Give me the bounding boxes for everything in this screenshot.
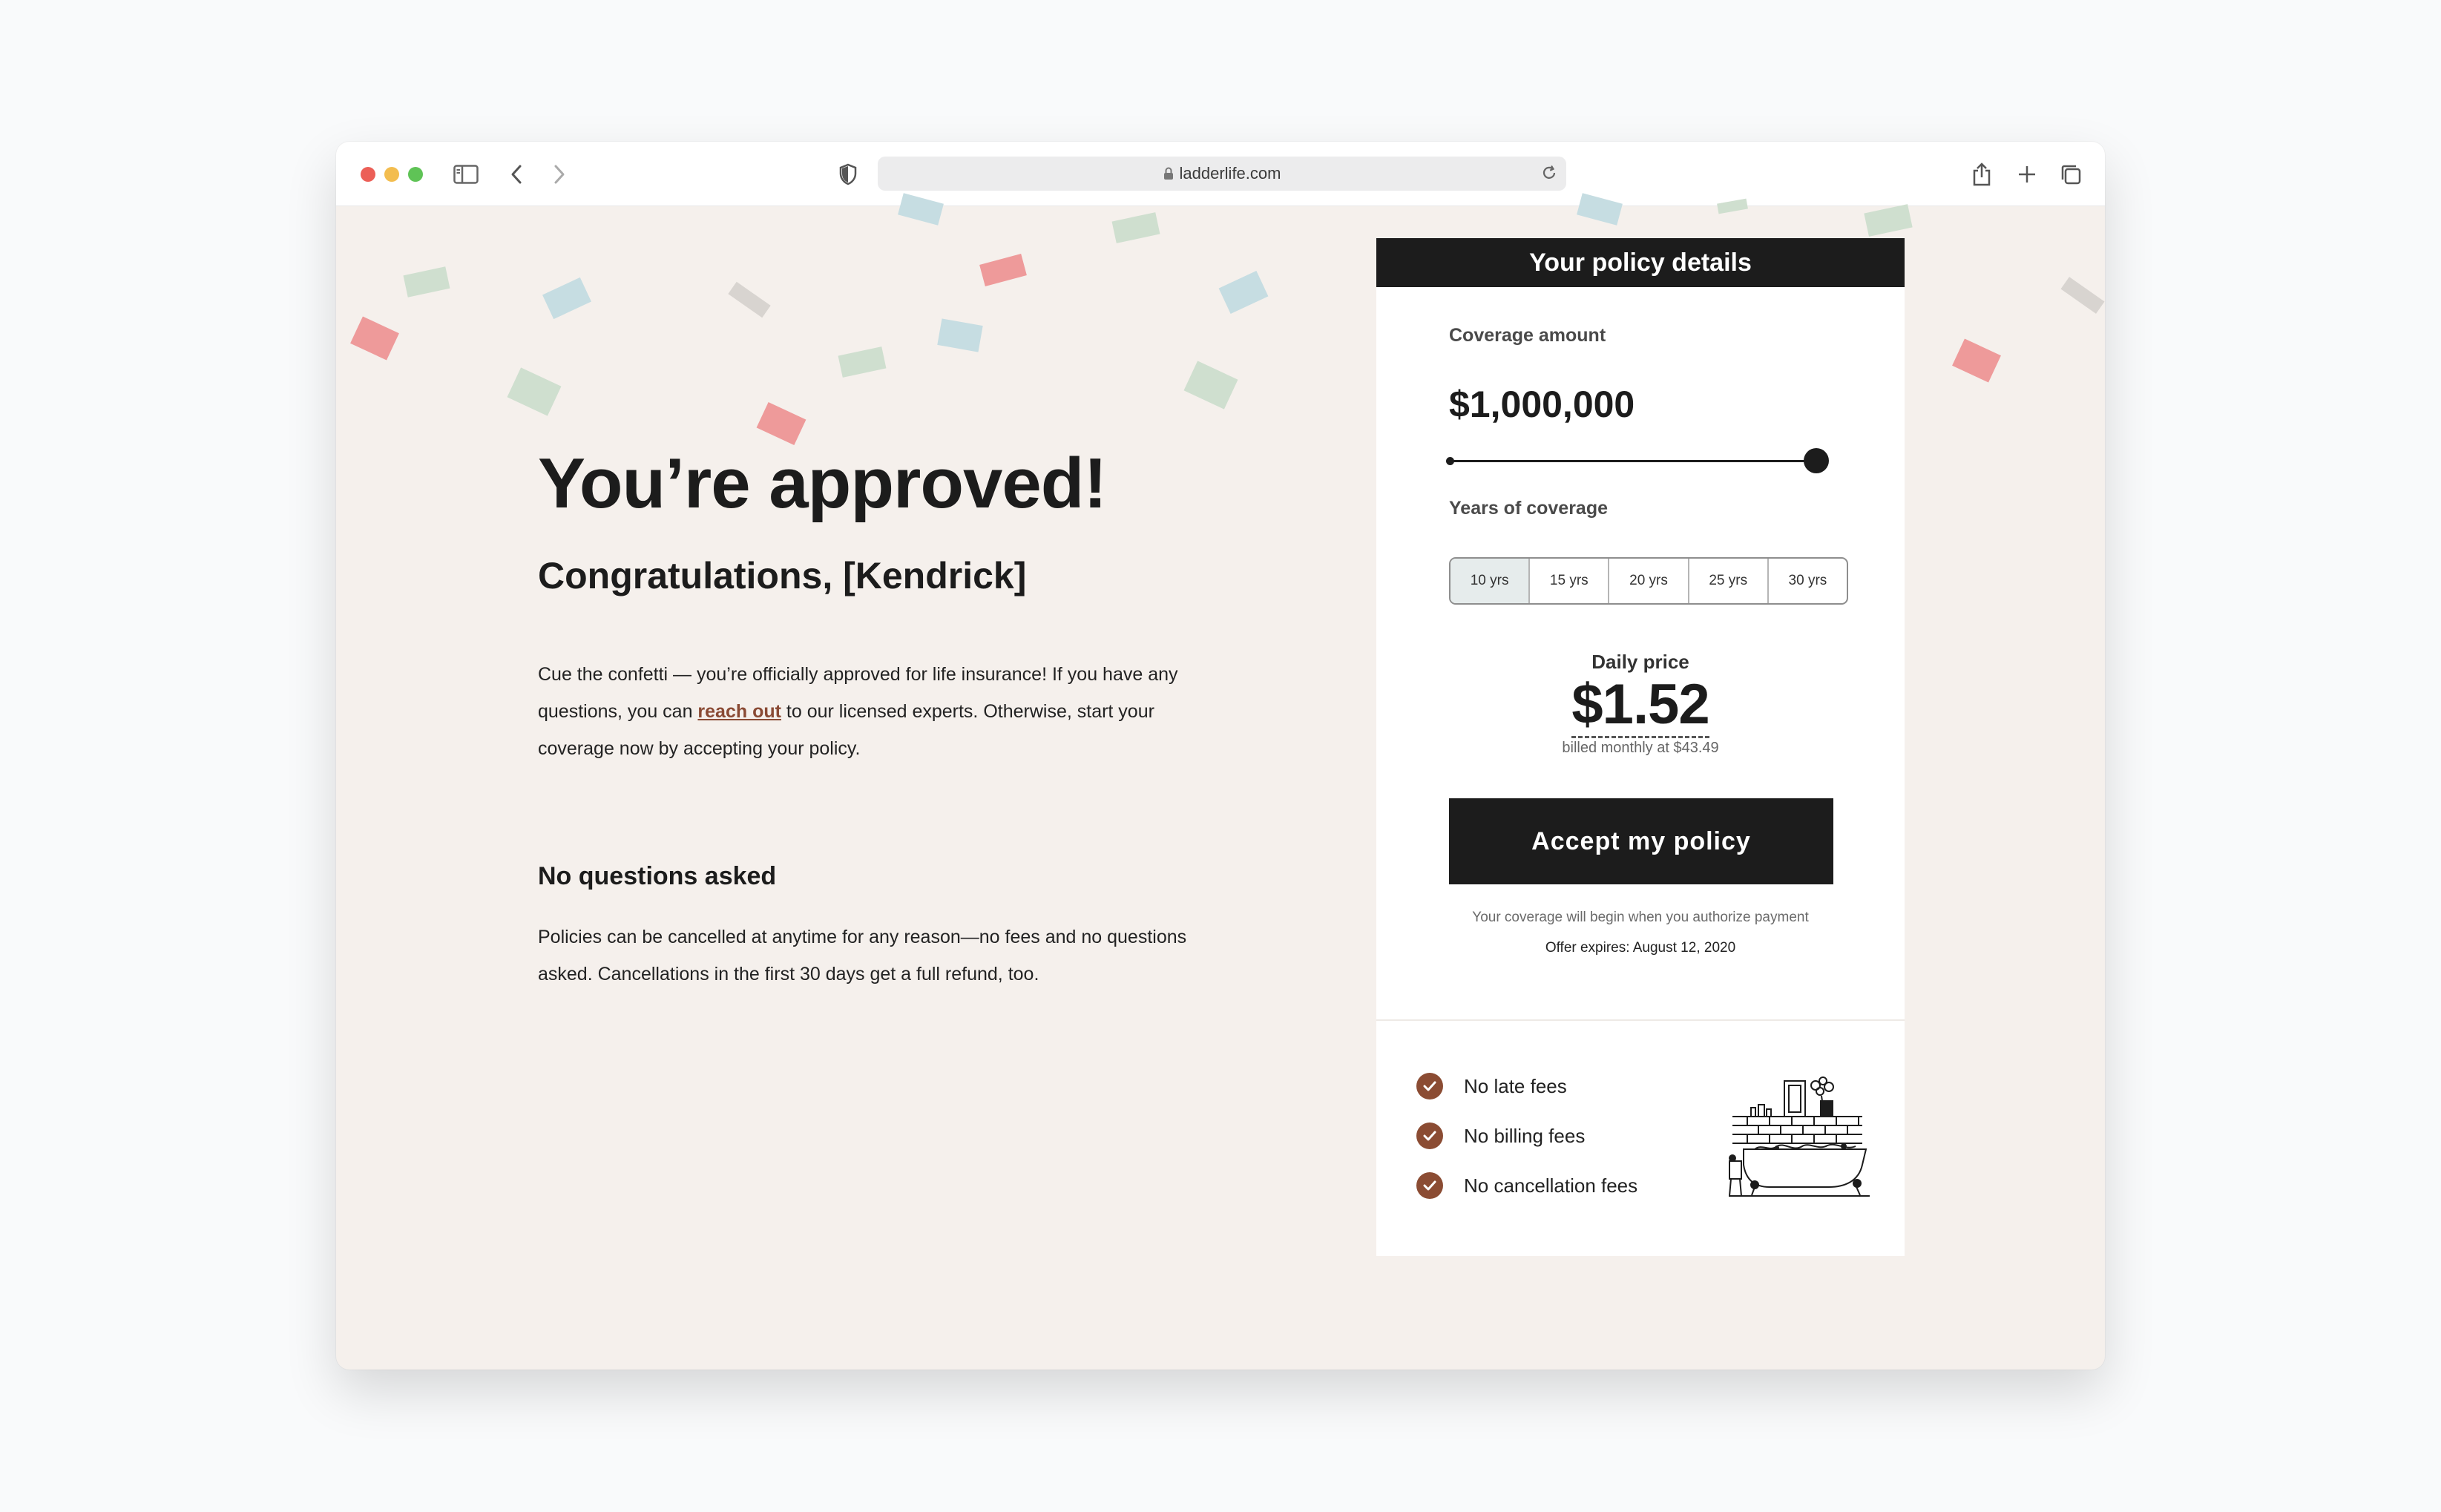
policy-details-card: Your policy details Coverage amount $1,0… <box>1376 238 1905 1256</box>
reload-icon[interactable] <box>1540 163 1559 187</box>
billed-monthly-text: billed monthly at $43.49 <box>1562 740 1719 756</box>
slider-track <box>1449 460 1816 462</box>
confetti-piece <box>350 316 399 361</box>
feature-label: No cancellation fees <box>1464 1174 1638 1197</box>
confetti-piece <box>1218 270 1269 315</box>
page-title: You’re approved! <box>538 444 1107 523</box>
years-selector: 10 yrs 15 yrs 20 yrs 25 yrs 30 yrs <box>1449 557 1848 605</box>
feature-label: No billing fees <box>1464 1124 1586 1147</box>
shield-icon[interactable] <box>832 158 864 191</box>
slider-start-dot <box>1446 457 1454 465</box>
daily-price-wrap: $1.52 <box>1376 672 1905 738</box>
confetti-piece <box>1183 361 1238 410</box>
accept-policy-button[interactable]: Accept my policy <box>1449 798 1833 884</box>
coverage-amount-value: $1,000,000 <box>1449 384 1635 425</box>
offer-expiry: Offer expires: August 12, 2020 <box>1545 940 1736 956</box>
chevron-right-icon[interactable] <box>543 158 576 191</box>
feature-item: No cancellation fees <box>1416 1172 1637 1199</box>
years-option-25[interactable]: 25 yrs <box>1687 559 1767 603</box>
congratulations-heading: Congratulations, [Kendrick] <box>538 555 1027 596</box>
years-option-30[interactable]: 30 yrs <box>1767 559 1847 603</box>
chevron-left-icon[interactable] <box>500 158 533 191</box>
confetti-piece <box>838 346 887 378</box>
browser-window: ladderlife.com You’re approved! Congratu… <box>336 142 2105 1370</box>
intro-paragraph: Cue the confetti — you’re officially app… <box>538 656 1206 767</box>
minimize-window-button[interactable] <box>384 167 399 182</box>
check-icon <box>1416 1172 1443 1199</box>
page-content: You’re approved! Congratulations, [Kendr… <box>336 193 2105 1370</box>
confetti-piece <box>979 254 1027 286</box>
no-questions-heading: No questions asked <box>538 862 777 890</box>
years-option-15[interactable]: 15 yrs <box>1528 559 1608 603</box>
confetti-piece <box>2060 277 2105 314</box>
confetti-piece <box>937 318 983 352</box>
confetti-piece <box>542 277 591 320</box>
reach-out-link[interactable]: reach out <box>697 701 781 722</box>
feature-item: No billing fees <box>1416 1123 1585 1149</box>
coverage-amount-label: Coverage amount <box>1449 325 1606 346</box>
feature-item: No late fees <box>1416 1073 1567 1100</box>
years-option-20[interactable]: 20 yrs <box>1608 559 1687 603</box>
coverage-start-note: Your coverage will begin when you author… <box>1472 910 1809 925</box>
confetti-piece <box>1864 204 1913 237</box>
plus-icon[interactable] <box>2011 158 2043 191</box>
lock-icon <box>1163 167 1174 180</box>
confetti-piece <box>756 401 806 446</box>
feature-label: No late fees <box>1464 1074 1567 1097</box>
tabs-overview-icon[interactable] <box>2054 158 2087 191</box>
confetti-piece <box>507 367 562 416</box>
bathtub-illustration <box>1729 1077 1870 1197</box>
maximize-window-button[interactable] <box>408 167 423 182</box>
confetti-piece <box>1111 212 1160 243</box>
sidebar-icon[interactable] <box>450 158 482 191</box>
cancellation-paragraph: Policies can be cancelled at anytime for… <box>538 927 1187 985</box>
years-of-coverage-label: Years of coverage <box>1449 498 1609 519</box>
url-text: ladderlife.com <box>1179 164 1281 183</box>
daily-price-label: Daily price <box>1591 651 1689 673</box>
check-icon <box>1416 1123 1443 1149</box>
share-icon[interactable] <box>1965 158 1998 191</box>
check-icon <box>1416 1073 1443 1100</box>
close-window-button[interactable] <box>361 167 375 182</box>
address-bar[interactable]: ladderlife.com <box>878 157 1566 191</box>
card-divider <box>1376 1019 1905 1021</box>
years-option-10[interactable]: 10 yrs <box>1451 559 1529 603</box>
confetti-piece <box>728 281 771 318</box>
browser-toolbar: ladderlife.com <box>336 142 2105 206</box>
policy-card-header: Your policy details <box>1376 238 1905 287</box>
slider-thumb[interactable] <box>1804 448 1829 473</box>
confetti-piece <box>403 266 450 298</box>
daily-price-value: $1.52 <box>1571 673 1710 738</box>
confetti-piece <box>1952 338 2001 383</box>
coverage-slider[interactable] <box>1446 447 1829 474</box>
